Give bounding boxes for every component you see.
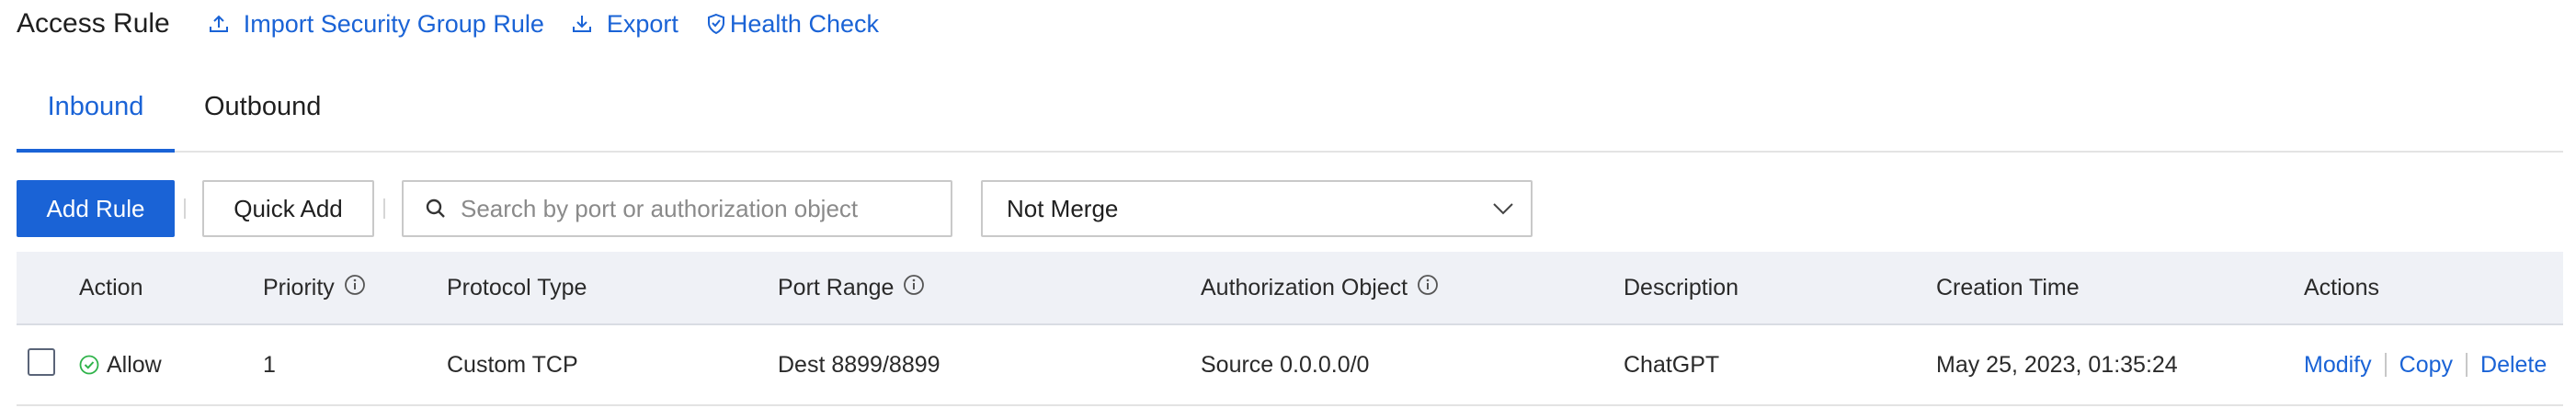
direction-tabs: Inbound Outbound [17, 92, 2563, 153]
add-rule-button[interactable]: Add Rule [17, 180, 175, 237]
delete-link[interactable]: Delete [2480, 352, 2547, 379]
toolbar-divider [184, 198, 186, 219]
column-header-actions-label: Actions [2304, 274, 2379, 300]
check-circle-icon [79, 355, 99, 375]
column-header-creation-time: Creation Time [1936, 252, 2080, 323]
merge-select-value: Not Merge [1007, 194, 1119, 222]
tab-outbound-label: Outbound [204, 92, 322, 121]
export-link[interactable]: Export [572, 10, 678, 39]
column-header-protocol-label: Protocol Type [447, 274, 587, 300]
column-header-protocol: Protocol Type [447, 252, 587, 323]
tab-inbound-label: Inbound [47, 92, 144, 121]
copy-link[interactable]: Copy [2399, 352, 2453, 379]
merge-select[interactable]: Not Merge [981, 180, 1533, 237]
cell-priority: 1 [263, 325, 276, 404]
import-rule-link[interactable]: Import Security Group Rule [209, 10, 544, 39]
info-icon[interactable] [344, 274, 366, 302]
chevron-down-icon [1493, 203, 1513, 215]
column-header-action: Action [79, 252, 142, 323]
protocol-value: Custom TCP [447, 351, 578, 378]
info-icon[interactable] [1417, 274, 1439, 302]
column-header-auth-object-label: Authorization Object [1201, 274, 1408, 300]
health-check-link[interactable]: Health Check [706, 10, 879, 39]
shield-check-icon [707, 13, 724, 35]
auth-object-value: Source 0.0.0.0/0 [1201, 351, 1370, 378]
column-header-port-range: Port Range [778, 252, 925, 323]
column-header-action-label: Action [79, 274, 143, 300]
column-header-auth-object: Authorization Object [1201, 252, 1439, 323]
import-rule-label: Import Security Group Rule [243, 9, 544, 38]
tab-outbound[interactable]: Outbound [204, 92, 321, 151]
column-header-priority-label: Priority [263, 274, 335, 300]
cell-actions: Modify Copy Delete [2304, 325, 2547, 404]
column-header-description: Description [1624, 252, 1738, 323]
port-range-value: Dest 8899/8899 [778, 351, 940, 378]
cell-creation-time: May 25, 2023, 01:35:24 [1936, 325, 2178, 404]
column-header-actions: Actions [2304, 252, 2379, 323]
priority-value: 1 [263, 351, 276, 378]
download-icon [572, 16, 591, 32]
table-header: Action Priority Protocol Type Port Range… [17, 252, 2563, 325]
header-bar: Access Rule Import Security Group Rule E… [17, 6, 906, 42]
toolbar-divider [383, 198, 385, 219]
export-label: Export [606, 9, 678, 38]
info-icon[interactable] [903, 274, 925, 302]
search-icon [426, 198, 445, 218]
column-header-creation-time-label: Creation Time [1936, 274, 2080, 300]
upload-icon [209, 15, 228, 32]
row-checkbox[interactable] [28, 348, 55, 376]
active-tab-indicator [17, 149, 175, 153]
column-header-priority: Priority [263, 252, 366, 323]
actions-divider [2466, 353, 2468, 377]
creation-time-value: May 25, 2023, 01:35:24 [1936, 351, 2178, 378]
tab-inbound[interactable]: Inbound [17, 92, 175, 153]
health-check-label: Health Check [729, 9, 879, 38]
quick-add-label: Quick Add [234, 194, 343, 222]
cell-description: ChatGPT [1624, 325, 1719, 404]
modify-link[interactable]: Modify [2304, 352, 2372, 379]
add-rule-label: Add Rule [46, 194, 145, 222]
cell-auth-object: Source 0.0.0.0/0 [1201, 325, 1369, 404]
cell-action: Allow [79, 325, 162, 404]
search-box [402, 180, 952, 237]
table-row: Allow 1 Custom TCP Dest 8899/8899 Source… [17, 325, 2563, 406]
actions-divider [2384, 353, 2387, 377]
search-input[interactable] [459, 193, 922, 224]
action-value: Allow [107, 351, 162, 378]
page-title: Access Rule [17, 8, 170, 39]
description-value: ChatGPT [1624, 351, 1720, 378]
quick-add-button[interactable]: Quick Add [202, 180, 374, 237]
column-header-description-label: Description [1624, 274, 1739, 300]
column-header-port-range-label: Port Range [778, 274, 895, 300]
cell-protocol: Custom TCP [447, 325, 578, 404]
cell-port-range: Dest 8899/8899 [778, 325, 940, 404]
